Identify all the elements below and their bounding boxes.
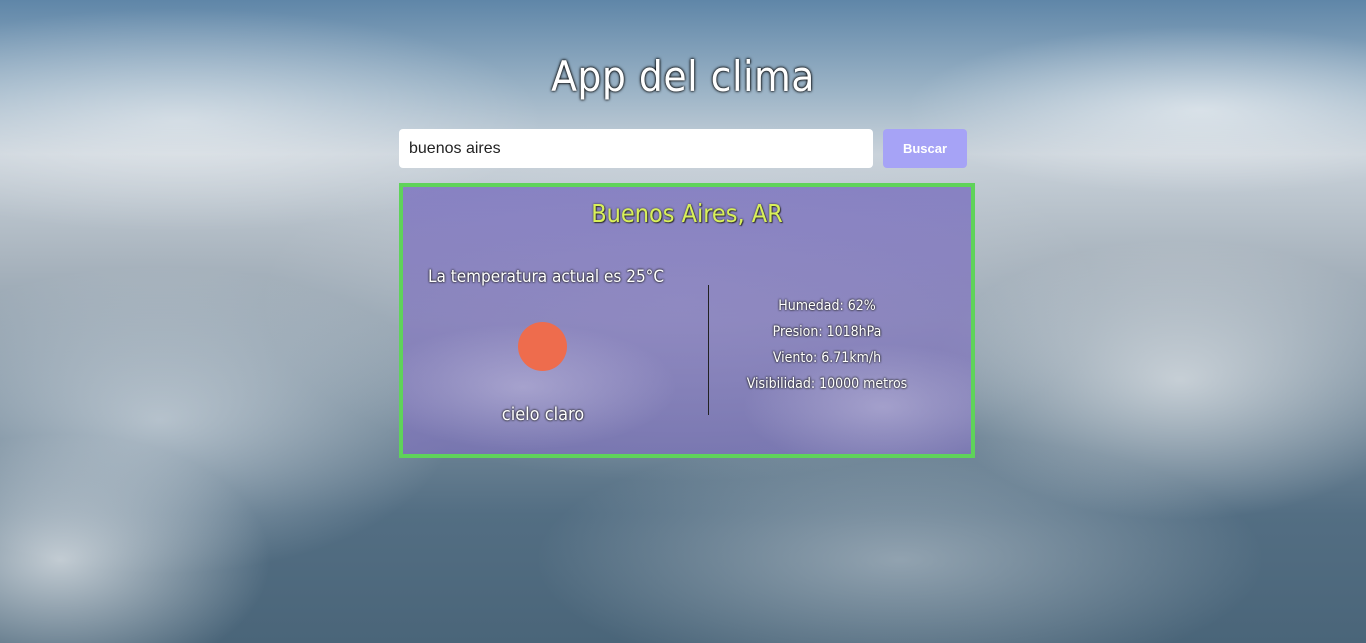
page-title: App del clima	[551, 52, 815, 101]
humidity-text: Humedad: 62%	[778, 298, 876, 314]
search-input[interactable]	[399, 129, 873, 168]
divider	[708, 285, 709, 415]
sun-icon	[518, 322, 567, 371]
weather-description: cielo claro	[501, 404, 585, 425]
visibility-text: Visibilidad: 10000 metros	[746, 376, 908, 392]
search-button[interactable]: Buscar	[883, 129, 967, 168]
city-name: Buenos Aires, AR	[591, 199, 783, 228]
weather-stats: Humedad: 62% Presion: 1018hPa Viento: 6.…	[733, 293, 921, 397]
weather-card: Buenos Aires, AR La temperatura actual e…	[399, 183, 975, 458]
wind-text: Viento: 6.71km/h	[772, 350, 882, 366]
temperature-text: La temperatura actual es 25°C	[428, 267, 664, 287]
pressure-text: Presion: 1018hPa	[772, 324, 882, 340]
